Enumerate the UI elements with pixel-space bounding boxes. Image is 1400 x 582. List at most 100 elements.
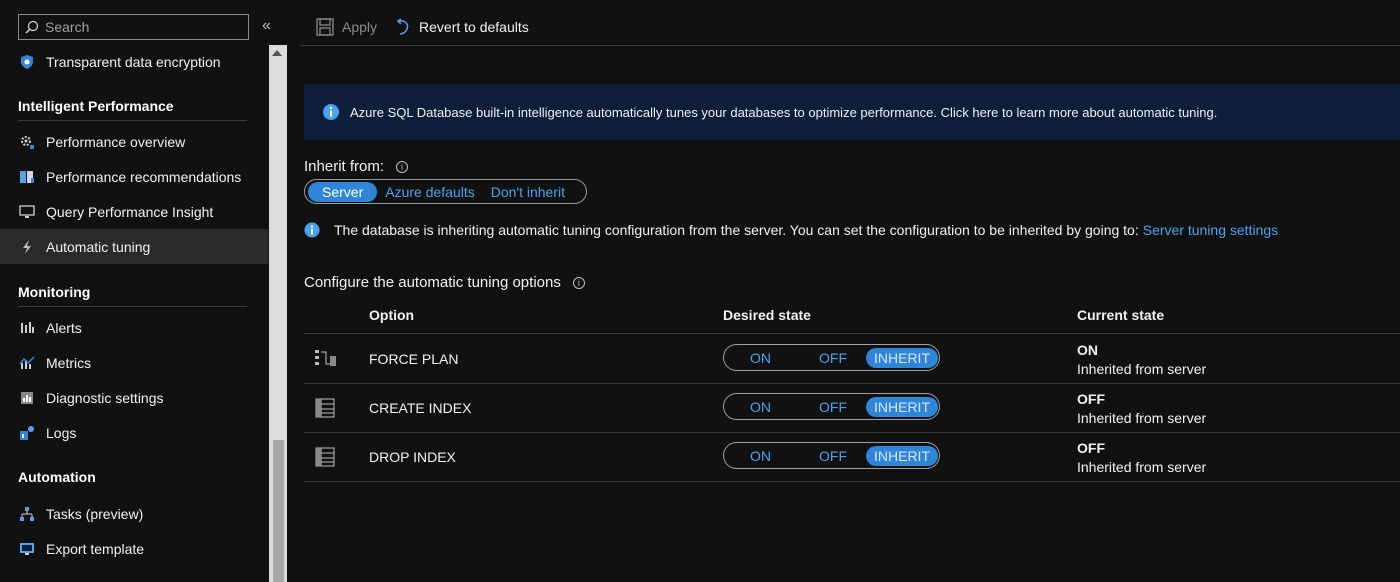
- revert-to-defaults-button[interactable]: Revert to defaults: [395, 18, 529, 36]
- info-icon[interactable]: i: [572, 276, 585, 289]
- current-state: OFF Inherited from server: [1077, 439, 1206, 477]
- create-index-icon: [314, 397, 338, 419]
- sidebar-item-label: Performance overview: [46, 133, 186, 150]
- section-monitoring: Monitoring: [18, 284, 247, 307]
- force-plan-icon: [314, 348, 338, 370]
- desired-state-toggle-force-plan[interactable]: ON OFF INHERIT: [723, 344, 940, 371]
- toolbar-divider: [300, 45, 1400, 46]
- sidebar-item-label: Automatic tuning: [46, 238, 151, 255]
- sidebar-item-label: Metrics: [46, 354, 92, 371]
- lightning-icon: [18, 238, 36, 256]
- book-icon: [18, 168, 36, 186]
- column-header-option: Option: [369, 307, 415, 323]
- sidebar-item-alerts[interactable]: Alerts: [0, 310, 268, 345]
- gear-chart-icon: [18, 133, 36, 151]
- current-state: OFF Inherited from server: [1077, 390, 1206, 428]
- row-divider: [304, 333, 1400, 334]
- toggle-off[interactable]: OFF: [819, 448, 847, 464]
- toggle-on[interactable]: ON: [750, 350, 771, 366]
- toggle-on[interactable]: ON: [750, 448, 771, 464]
- sidebar-item-export-template[interactable]: Export template: [0, 531, 268, 566]
- section-intelligent-performance: Intelligent Performance: [18, 98, 247, 121]
- sidebar-item-diagnostic-settings[interactable]: Diagnostic settings: [0, 380, 268, 415]
- desired-state-toggle-create-index[interactable]: ON OFF INHERIT: [723, 393, 940, 420]
- column-header-current-state: Current state: [1077, 307, 1165, 323]
- option-name: FORCE PLAN: [369, 351, 459, 367]
- sidebar-item-label: Logs: [46, 424, 77, 441]
- sidebar-item-label: Tasks (preview): [46, 505, 144, 522]
- drop-index-icon: [314, 446, 338, 468]
- apply-button[interactable]: Apply: [316, 18, 377, 36]
- revert-label: Revert to defaults: [419, 19, 529, 35]
- diagnostic-icon: [18, 389, 36, 407]
- current-state-value: ON: [1077, 342, 1098, 358]
- toolbar: Apply Revert to defaults: [316, 10, 547, 44]
- option-dont-inherit[interactable]: Don't inherit: [483, 184, 573, 200]
- toggle-inherit[interactable]: INHERIT: [866, 348, 938, 368]
- info-icon: [323, 104, 339, 120]
- inherit-from-selector[interactable]: Server Azure defaults Don't inherit: [304, 179, 587, 204]
- option-name: DROP INDEX: [369, 449, 456, 465]
- banner-text: Azure SQL Database built-in intelligence…: [350, 104, 1218, 120]
- sidebar-item-label: Transparent data encryption: [46, 53, 221, 70]
- save-icon: [316, 18, 334, 36]
- logs-icon: [18, 424, 36, 442]
- option-server[interactable]: Server: [308, 181, 378, 202]
- server-tuning-settings-link[interactable]: Server tuning settings: [1143, 222, 1278, 238]
- sidebar-item-label: Performance recommendations: [46, 168, 242, 185]
- apply-label: Apply: [342, 19, 378, 35]
- shield-icon: [18, 53, 36, 71]
- sidebar-item-metrics[interactable]: Metrics: [0, 345, 268, 380]
- current-state: ON Inherited from server: [1077, 341, 1206, 379]
- sidebar-item-label: Export template: [46, 540, 145, 557]
- toggle-inherit[interactable]: INHERIT: [866, 446, 938, 466]
- tasks-icon: [18, 505, 36, 523]
- inherit-message: The database is inheriting automatic tun…: [304, 222, 1278, 238]
- sidebar-item-query-performance-insight[interactable]: Query Performance Insight: [0, 194, 268, 229]
- option-name: CREATE INDEX: [369, 400, 472, 416]
- main-content: Apply Revert to defaults Azure SQL Datab…: [287, 0, 1400, 582]
- sidebar-item-label: Query Performance Insight: [46, 203, 214, 220]
- export-icon: [18, 540, 36, 558]
- toggle-off[interactable]: OFF: [819, 399, 847, 415]
- current-state-note: Inherited from server: [1077, 361, 1207, 377]
- sidebar-item-label: Diagnostic settings: [46, 389, 164, 406]
- toggle-on[interactable]: ON: [750, 399, 771, 415]
- search-icon: [25, 20, 39, 34]
- inherit-from-text: Inherit from:: [304, 158, 385, 175]
- row-divider: [304, 383, 1400, 384]
- search-placeholder: Search: [45, 19, 90, 35]
- undo-icon: [396, 18, 409, 35]
- collapse-sidebar-button[interactable]: «: [262, 17, 271, 35]
- column-header-desired-state: Desired state: [723, 307, 811, 323]
- info-icon: [304, 222, 320, 238]
- monitor-icon: [18, 203, 36, 221]
- toggle-inherit[interactable]: INHERIT: [866, 397, 938, 417]
- inherit-from-label: Inherit from: i: [304, 158, 409, 175]
- toggle-off[interactable]: OFF: [819, 350, 847, 366]
- configure-title-text: Configure the automatic tuning options: [304, 274, 561, 291]
- search-input[interactable]: Search: [18, 14, 249, 40]
- sidebar-item-logs[interactable]: Logs: [0, 415, 268, 450]
- sidebar: Search « Transparent data encryption Int…: [0, 0, 271, 582]
- info-icon[interactable]: i: [396, 160, 409, 173]
- sidebar-item-transparent-data-encryption[interactable]: Transparent data encryption: [0, 44, 268, 79]
- sidebar-item-performance-overview[interactable]: Performance overview: [0, 124, 268, 159]
- desired-state-toggle-drop-index[interactable]: ON OFF INHERIT: [723, 442, 940, 469]
- sidebar-item-automatic-tuning[interactable]: Automatic tuning: [0, 229, 268, 264]
- current-state-value: OFF: [1077, 391, 1105, 407]
- alerts-icon: [18, 319, 36, 337]
- option-azure-defaults[interactable]: Azure defaults: [377, 184, 483, 200]
- inherit-message-text: The database is inheriting automatic tun…: [334, 222, 1139, 238]
- scrollbar-thumb[interactable]: [273, 440, 284, 582]
- current-state-value: OFF: [1077, 440, 1105, 456]
- info-banner[interactable]: Azure SQL Database built-in intelligence…: [304, 84, 1400, 140]
- current-state-note: Inherited from server: [1077, 459, 1207, 475]
- sidebar-item-tasks-preview[interactable]: Tasks (preview): [0, 496, 268, 531]
- row-divider: [304, 432, 1400, 433]
- row-divider: [304, 481, 1400, 482]
- configure-title: Configure the automatic tuning options i: [304, 274, 585, 291]
- sidebar-item-performance-recommendations[interactable]: Performance recommendations: [0, 159, 268, 194]
- sidebar-item-label: Alerts: [46, 319, 82, 336]
- scroll-up-arrow-icon[interactable]: [272, 50, 282, 56]
